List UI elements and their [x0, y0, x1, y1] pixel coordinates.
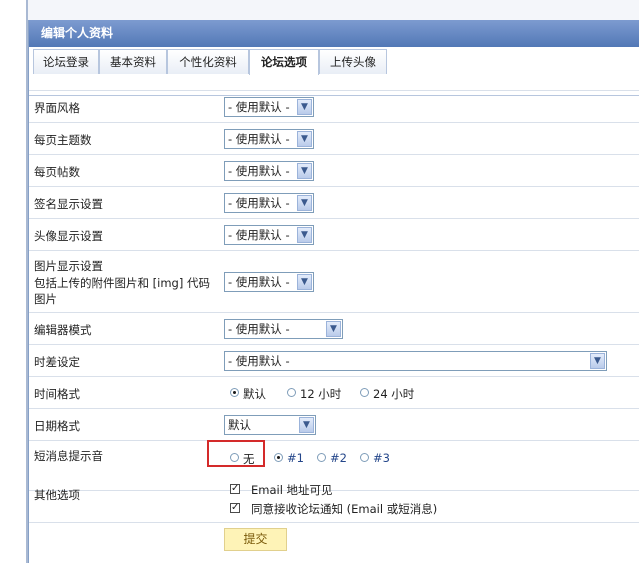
image-sublabel-2: 图片 — [34, 292, 57, 306]
time-12h-label: 12 小时 — [300, 387, 342, 401]
tab-personal-info[interactable]: 个性化资料 — [167, 49, 249, 74]
tab-forum-login[interactable]: 论坛登录 — [33, 49, 99, 74]
style-select-value: - 使用默认 - — [228, 100, 290, 114]
pm-sound-1-link[interactable]: #1 — [287, 451, 304, 465]
chevron-down-icon: ▼ — [326, 321, 341, 337]
email-visible-checkbox[interactable]: ✓ — [230, 484, 240, 494]
tpp-select-value: - 使用默认 - — [228, 132, 290, 146]
image-sublabel: 包括上传的附件图片和 [img] 代码 — [34, 276, 210, 290]
image-label: 图片显示设置 — [34, 259, 103, 273]
ppp-label: 每页帖数 — [34, 165, 80, 179]
submit-button[interactable]: 提交 — [224, 528, 287, 551]
tab-basic-info[interactable]: 基本资料 — [99, 49, 167, 74]
row-time-format: 时间格式 默认 12 小时 24 小时 — [29, 376, 639, 409]
chevron-down-icon: ▼ — [297, 131, 312, 147]
tab-bar: 论坛登录 基本资料 个性化资料 论坛选项 上传头像 — [29, 47, 639, 96]
row-tpp: 每页主题数 - 使用默认 - ▼ — [29, 122, 639, 155]
top-strip — [28, 0, 639, 20]
tab-forum-options[interactable]: 论坛选项 — [249, 49, 319, 75]
row-editor: 编辑器模式 - 使用默认 - ▼ — [29, 312, 639, 345]
chevron-down-icon: ▼ — [297, 195, 312, 211]
chevron-down-icon: ▼ — [297, 163, 312, 179]
date-format-select[interactable]: 默认 ▼ — [224, 415, 316, 435]
style-label: 界面风格 — [34, 101, 80, 115]
panel-title: 编辑个人资料 — [29, 20, 639, 47]
chevron-down-icon: ▼ — [590, 353, 605, 369]
date-format-label: 日期格式 — [34, 419, 80, 433]
pm-sound-2-radio[interactable] — [317, 453, 326, 462]
row-date-format: 日期格式 默认 ▼ — [29, 408, 639, 441]
profile-panel: 编辑个人资料 论坛登录 基本资料 个性化资料 论坛选项 上传头像 界面风格 - … — [28, 20, 639, 563]
timezone-label: 时差设定 — [34, 355, 80, 369]
row-timezone: 时差设定 - 使用默认 - ▼ — [29, 344, 639, 377]
avatar-label: 头像显示设置 — [34, 229, 103, 243]
timezone-select[interactable]: - 使用默认 - ▼ — [224, 351, 607, 371]
row-image: 图片显示设置 包括上传的附件图片和 [img] 代码 图片 - 使用默认 - ▼ — [29, 250, 639, 311]
tab-upload-avatar[interactable]: 上传头像 — [319, 49, 387, 74]
avatar-select[interactable]: - 使用默认 - ▼ — [224, 225, 314, 245]
style-select[interactable]: - 使用默认 - ▼ — [224, 97, 314, 117]
editor-label: 编辑器模式 — [34, 323, 92, 337]
time-24h-radio[interactable] — [360, 388, 369, 397]
ppp-select-value: - 使用默认 - — [228, 164, 290, 178]
row-ppp: 每页帖数 - 使用默认 - ▼ — [29, 154, 639, 187]
time-default-label: 默认 — [243, 387, 266, 401]
row-signature: 签名显示设置 - 使用默认 - ▼ — [29, 186, 639, 219]
date-format-select-value: 默认 — [228, 418, 251, 432]
signature-select-value: - 使用默认 - — [228, 196, 290, 210]
pm-sound-3-radio[interactable] — [360, 453, 369, 462]
chevron-down-icon: ▼ — [297, 227, 312, 243]
receive-notice-checkbox[interactable]: ✓ — [230, 503, 240, 513]
pm-sound-1-radio[interactable] — [274, 453, 283, 462]
pm-sound-3-link[interactable]: #3 — [373, 451, 390, 465]
time-24h-label: 24 小时 — [373, 387, 415, 401]
row-other-options: 其他选项 ✓ Email 地址可见 ✓ 同意接收论坛通知 (Email 或短消息… — [29, 483, 639, 523]
editor-select[interactable]: - 使用默认 - ▼ — [224, 319, 343, 339]
signature-label: 签名显示设置 — [34, 197, 103, 211]
row-avatar: 头像显示设置 - 使用默认 - ▼ — [29, 218, 639, 251]
highlight-box — [207, 440, 265, 467]
ppp-select[interactable]: - 使用默认 - ▼ — [224, 161, 314, 181]
row-submit — [29, 522, 639, 564]
time-format-label: 时间格式 — [34, 387, 80, 401]
receive-notice-label: 同意接收论坛通知 (Email 或短消息) — [251, 502, 438, 516]
time-12h-radio[interactable] — [287, 388, 296, 397]
pm-sound-2-link[interactable]: #2 — [330, 451, 347, 465]
row-style: 界面风格 - 使用默认 - ▼ — [29, 90, 639, 123]
image-select[interactable]: - 使用默认 - ▼ — [224, 272, 314, 292]
chevron-down-icon: ▼ — [297, 274, 312, 290]
tpp-label: 每页主题数 — [34, 133, 92, 147]
other-options-label: 其他选项 — [34, 488, 80, 502]
time-default-radio[interactable] — [230, 388, 239, 397]
editor-select-value: - 使用默认 - — [228, 322, 290, 336]
timezone-select-value: - 使用默认 - — [228, 354, 290, 368]
email-visible-label: Email 地址可见 — [251, 483, 333, 497]
image-select-value: - 使用默认 - — [228, 275, 290, 289]
avatar-select-value: - 使用默认 - — [228, 228, 290, 242]
tpp-select[interactable]: - 使用默认 - ▼ — [224, 129, 314, 149]
row-pm-sound: 短消息提示音 无 #1 #2 #3 — [29, 440, 639, 491]
chevron-down-icon: ▼ — [299, 417, 314, 433]
pm-sound-label: 短消息提示音 — [34, 449, 103, 463]
chevron-down-icon: ▼ — [297, 99, 312, 115]
signature-select[interactable]: - 使用默认 - ▼ — [224, 193, 314, 213]
